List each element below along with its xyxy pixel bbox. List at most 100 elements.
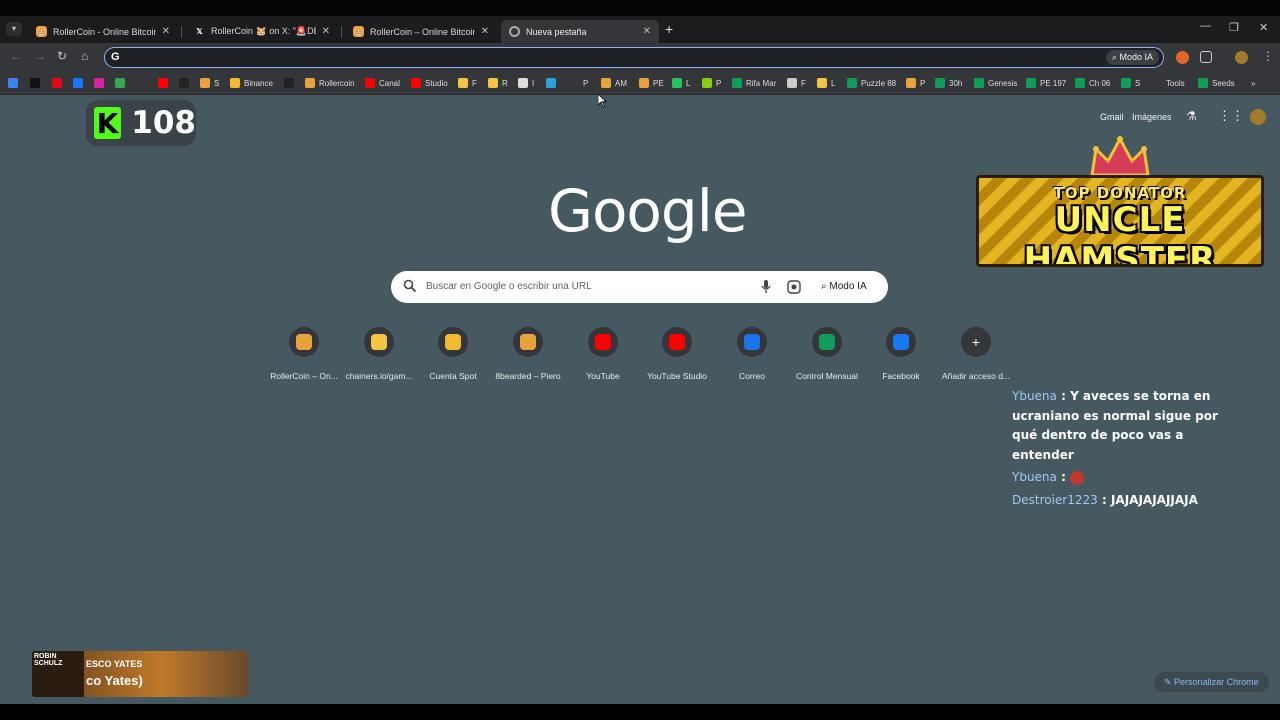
shortcut-tile[interactable]: YouTube xyxy=(565,325,641,381)
tab-new-tab[interactable]: Nueva pestaña ✕ xyxy=(501,20,659,43)
shortcut-tile[interactable]: chainers.io/gam... xyxy=(341,325,417,381)
customize-chrome-button[interactable]: ✎ Personalizar Chrome xyxy=(1154,672,1269,692)
new-tab-page: K 108 Gmail Imágenes ⚗ ⋮⋮ Google ⌕ Modo … xyxy=(0,95,1280,704)
bookmark-item[interactable]: S xyxy=(200,77,219,89)
bookmark-item[interactable]: PE xyxy=(639,77,664,89)
bookmark-item[interactable]: Binance xyxy=(230,77,273,89)
bookmark-item[interactable]: F xyxy=(458,77,477,89)
forward-icon[interactable]: → xyxy=(34,49,46,63)
bookmark-item[interactable]: L xyxy=(672,77,690,89)
address-bar[interactable]: G ⌕ Modo IA xyxy=(104,47,1164,68)
bookmark-item[interactable]: P xyxy=(906,77,925,89)
omnibox-ai-mode-button[interactable]: ⌕ Modo IA xyxy=(1105,50,1159,65)
new-tab-button[interactable]: + xyxy=(665,21,673,37)
shortcut-tile[interactable]: YouTube Studio xyxy=(639,325,715,381)
bookmark-item[interactable] xyxy=(73,77,87,89)
shortcut-tile[interactable]: Facebook xyxy=(863,325,939,381)
bookmark-item[interactable]: Canal xyxy=(365,77,400,89)
dice-icon xyxy=(458,78,468,88)
home-icon[interactable]: ⌂ xyxy=(81,49,88,63)
extensions-icon[interactable] xyxy=(1200,51,1212,63)
bookmark-item[interactable]: P xyxy=(702,77,721,89)
shortcut-tile[interactable]: 8bearded – Piero xyxy=(490,325,566,381)
search-box[interactable]: ⌕ Modo IA xyxy=(391,271,888,303)
bookmark-item[interactable]: Studio xyxy=(411,77,448,89)
now-playing-artist: ESCO YATES xyxy=(86,659,143,669)
tab-rollercoin-2[interactable]: 🐹 RollerCoin – Online Bitcoin Mining ✕ xyxy=(345,20,497,43)
bookmark-item[interactable] xyxy=(179,77,193,89)
bookmark-item[interactable] xyxy=(158,77,172,89)
bookmark-item[interactable] xyxy=(52,77,66,89)
bookmark-item[interactable] xyxy=(8,77,22,89)
chat-separator: : xyxy=(1056,389,1071,403)
sheets-icon xyxy=(1075,78,1085,88)
bookmark-item[interactable]: Seeds xyxy=(1198,77,1235,89)
tab-search-button[interactable]: ▾ xyxy=(6,22,22,36)
bookmark-item[interactable]: P xyxy=(569,77,588,89)
close-icon[interactable]: ✕ xyxy=(481,26,489,37)
microphone-icon[interactable] xyxy=(761,280,771,294)
bookmark-label: 30h xyxy=(949,78,963,88)
bookmark-item[interactable] xyxy=(546,77,560,89)
bookmark-item[interactable]: S xyxy=(1121,77,1140,89)
menu-kebab-icon[interactable]: ⋮ xyxy=(1262,49,1274,63)
bookmark-item[interactable]: Genesis xyxy=(974,77,1017,89)
bookmark-item[interactable]: F xyxy=(787,77,806,89)
google-lens-icon[interactable] xyxy=(787,280,801,294)
bookmark-item[interactable]: L xyxy=(817,77,835,89)
images-link[interactable]: Imágenes xyxy=(1132,112,1172,122)
search-input[interactable] xyxy=(424,280,748,293)
profile-avatar[interactable] xyxy=(1235,51,1248,64)
bookmark-label: P xyxy=(716,78,722,88)
tab-rollercoin-1[interactable]: 🐹 RollerCoin - Online Bitcoin Mining ✕ xyxy=(28,20,178,43)
back-icon[interactable]: ← xyxy=(10,49,22,63)
tab-rollercoin-x[interactable]: 𝕏 RollerCoin 🐹 on X: "🚨DEEP D ✕ xyxy=(186,20,338,43)
close-icon[interactable]: ✕ xyxy=(162,26,170,37)
shortcut-tile[interactable]: RollerCoin – On... xyxy=(266,325,342,381)
close-icon[interactable]: ✕ xyxy=(643,26,651,37)
bookmark-item[interactable]: Tools xyxy=(1152,77,1185,89)
shortcut-tile[interactable]: Control Mensual xyxy=(789,325,865,381)
bookmark-item[interactable]: Rollercoin xyxy=(305,77,355,89)
bookmark-item[interactable]: 30h xyxy=(935,77,962,89)
chat-message: Destroier1223 : JAJAJAJAJJAJA xyxy=(1012,491,1232,511)
bookmark-label: L xyxy=(686,78,691,88)
bookmark-item[interactable]: PE 197 xyxy=(1026,77,1066,89)
shortcut-tile[interactable]: Correo xyxy=(714,325,790,381)
sheets-icon xyxy=(819,334,835,350)
account-avatar[interactable] xyxy=(1250,109,1266,125)
bookmark-item[interactable]: Puzzle 88 xyxy=(847,77,896,89)
tab-title: RollerCoin 🐹 on X: "🚨DEEP D xyxy=(211,26,316,36)
pencil-icon: ✎ xyxy=(1164,677,1175,687)
bookmark-item[interactable]: Ch 06 xyxy=(1075,77,1110,89)
reload-icon[interactable]: ↻ xyxy=(57,49,67,63)
shortcut-tile[interactable]: + Añadir acceso d... xyxy=(938,325,1014,381)
hamster-icon: 🐹 xyxy=(36,26,47,37)
bookmark-item[interactable]: R xyxy=(488,77,508,89)
window-close-icon[interactable]: ✕ xyxy=(1259,21,1268,34)
address-input[interactable] xyxy=(131,50,1095,67)
bookmark-item[interactable] xyxy=(115,77,129,89)
hamster-icon xyxy=(906,78,916,88)
search-ai-mode-button[interactable]: ⌕ Modo IA xyxy=(813,277,875,297)
bookmark-item[interactable]: I xyxy=(518,77,534,89)
bookmark-item[interactable] xyxy=(30,77,44,89)
minimize-icon[interactable]: — xyxy=(1200,20,1211,32)
plus-icon: + xyxy=(971,334,981,350)
bookmark-label: PE 197 xyxy=(1040,78,1067,88)
bookmark-item[interactable]: AM xyxy=(601,77,627,89)
apps-grid-icon[interactable]: ⋮⋮ xyxy=(1218,108,1244,124)
shortcut-tile[interactable]: Cuenta Spot xyxy=(415,325,491,381)
labs-flask-icon[interactable]: ⚗ xyxy=(1186,109,1197,123)
dice-icon xyxy=(488,78,498,88)
gmail-link[interactable]: Gmail xyxy=(1100,112,1124,122)
bookmark-item[interactable]: Rifa Mar xyxy=(732,77,776,89)
bookmark-item[interactable] xyxy=(94,77,108,89)
restore-icon[interactable]: ❐ xyxy=(1229,21,1239,34)
shortcut-label: chainers.io/gam... xyxy=(345,371,413,381)
fox-extension-icon[interactable] xyxy=(1176,51,1189,64)
close-icon[interactable]: ✕ xyxy=(322,26,330,37)
bookmark-label: Canal xyxy=(379,78,400,88)
bookmarks-overflow-icon[interactable]: » xyxy=(1251,77,1255,89)
bookmark-item[interactable] xyxy=(284,77,298,89)
